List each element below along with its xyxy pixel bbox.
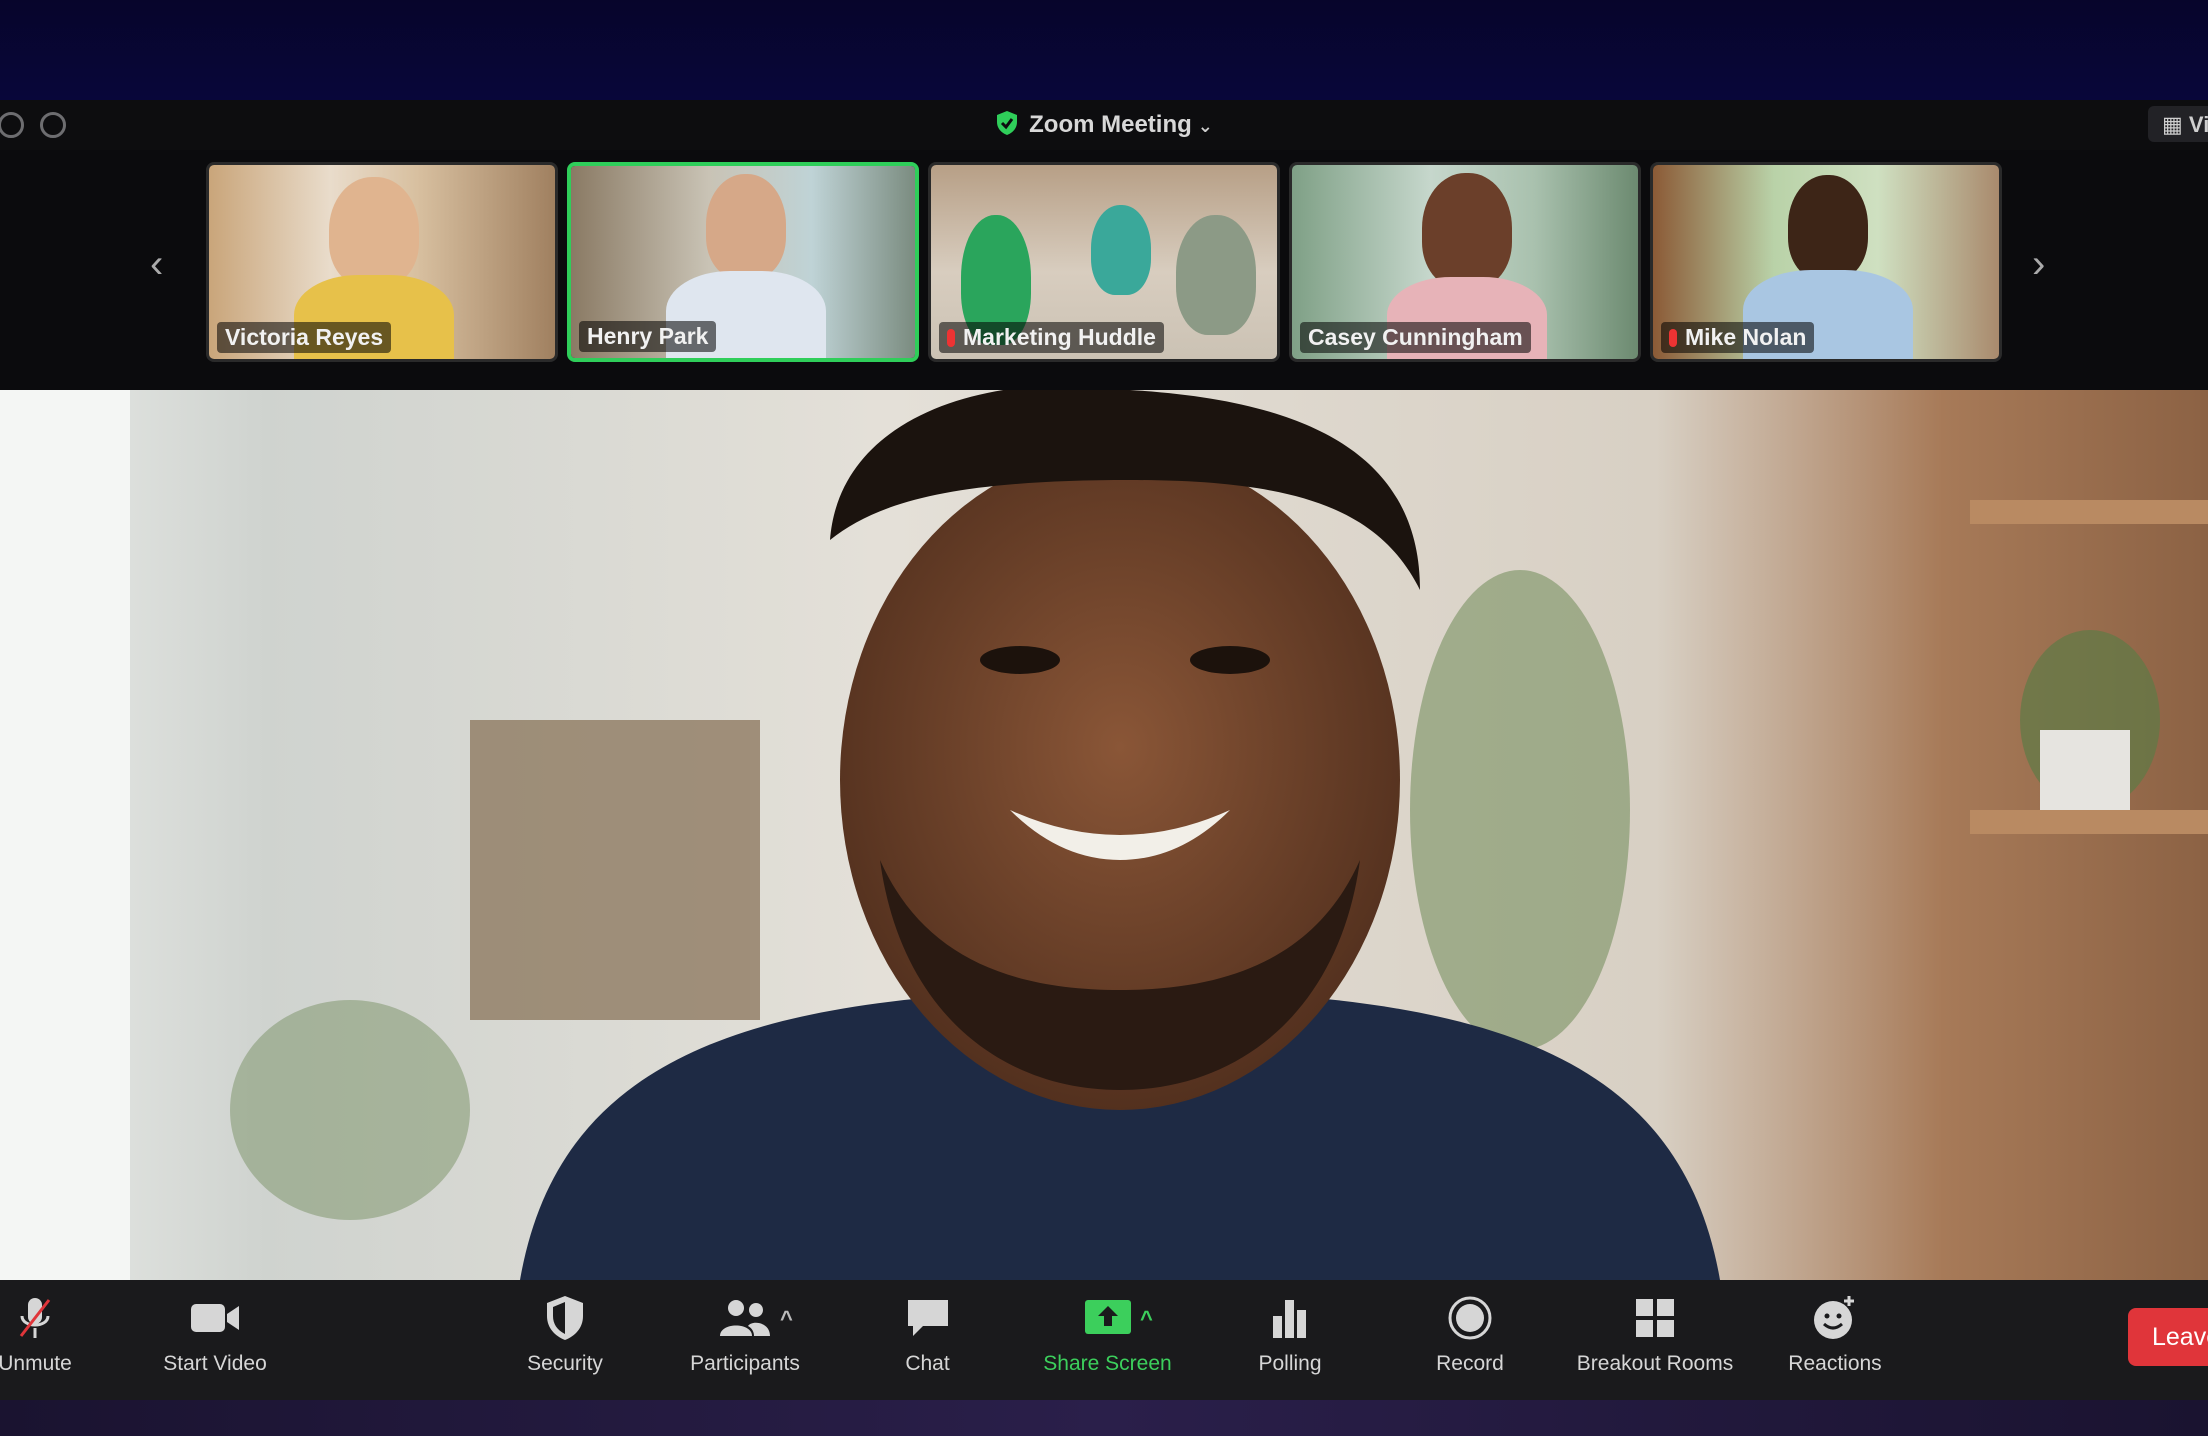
bar-chart-icon	[1240, 1290, 1340, 1346]
record-label: Record	[1436, 1352, 1504, 1375]
reactions-button[interactable]: Reactions	[1780, 1290, 1890, 1390]
muted-mic-icon	[947, 329, 955, 347]
start-video-label: Start Video	[163, 1352, 267, 1375]
video-camera-icon	[150, 1290, 280, 1346]
security-button[interactable]: Security	[505, 1290, 625, 1390]
desktop-dock-strip	[0, 1400, 2208, 1436]
chevron-up-icon[interactable]: ^	[780, 1306, 793, 1332]
shield-icon	[505, 1290, 625, 1346]
participants-label: Participants	[690, 1352, 800, 1375]
shield-check-icon	[995, 110, 1019, 143]
polling-button[interactable]: Polling	[1240, 1290, 1340, 1390]
unmute-label: Unmute	[0, 1352, 72, 1375]
chevron-up-icon[interactable]: ^	[1140, 1306, 1153, 1332]
leave-button[interactable]: Leave	[2128, 1308, 2208, 1366]
breakout-rooms-label: Breakout Rooms	[1576, 1352, 1734, 1375]
participant-tile-victoria[interactable]: Victoria Reyes	[206, 162, 558, 362]
start-video-button[interactable]: Start Video	[150, 1290, 280, 1390]
participant-tile-marketing-huddle[interactable]: Marketing Huddle	[928, 162, 1280, 362]
chevron-left-icon[interactable]: ‹	[150, 242, 163, 287]
participants-button[interactable]: Participants	[680, 1290, 810, 1390]
active-speaker-video	[0, 390, 2208, 1280]
speaker-video-frame	[0, 390, 2208, 1280]
chat-bubble-icon	[880, 1290, 975, 1346]
security-label: Security	[527, 1352, 603, 1375]
participant-name-label: Mike Nolan	[1661, 322, 1815, 353]
view-button[interactable]: ▦ Vi	[2148, 106, 2208, 142]
zoom-window: Zoom Meeting ⌄ ▦ Vi ‹ Victoria Reyes Henr…	[0, 100, 2208, 1400]
meeting-toolbar: Unmute Start Video Security Participants…	[0, 1280, 2208, 1400]
participant-strip: ‹ Victoria Reyes Henry Park Marketing Hu…	[0, 150, 2208, 390]
share-screen-icon	[1035, 1290, 1180, 1346]
participant-body	[1091, 205, 1151, 295]
meeting-title-text: Zoom Meeting	[1029, 111, 1192, 138]
muted-microphone-icon	[0, 1290, 90, 1346]
participant-tile-mike[interactable]: Mike Nolan	[1650, 162, 2002, 362]
breakout-rooms-button[interactable]: Breakout Rooms	[1570, 1290, 1740, 1390]
chat-button[interactable]: Chat	[880, 1290, 975, 1390]
share-screen-label: Share Screen	[1043, 1352, 1172, 1375]
smiley-plus-icon	[1780, 1290, 1890, 1346]
share-screen-button[interactable]: Share Screen	[1035, 1290, 1180, 1390]
record-button[interactable]: Record	[1420, 1290, 1520, 1390]
muted-mic-icon	[1669, 329, 1677, 347]
chevron-down-icon: ⌄	[1197, 116, 1213, 136]
participant-face	[1788, 175, 1868, 280]
participant-name-label: Casey Cunningham	[1300, 322, 1531, 353]
participant-name-label: Marketing Huddle	[939, 322, 1164, 353]
view-button-label: Vi	[2188, 112, 2208, 137]
grid-icon: ▦	[2162, 112, 2183, 137]
participant-name-label: Victoria Reyes	[217, 322, 392, 353]
polling-label: Polling	[1258, 1352, 1322, 1375]
participant-body	[1176, 215, 1256, 335]
title-bar: Zoom Meeting ⌄ ▦ Vi	[0, 100, 2208, 150]
reactions-label: Reactions	[1788, 1352, 1882, 1375]
participant-face	[706, 174, 786, 279]
participant-name-label: Henry Park	[579, 321, 717, 352]
chevron-right-icon[interactable]: ›	[2032, 242, 2045, 287]
participant-face	[329, 177, 419, 287]
meeting-title[interactable]: Zoom Meeting ⌄	[0, 110, 2208, 143]
participant-tile-casey[interactable]: Casey Cunningham	[1289, 162, 1641, 362]
chat-label: Chat	[905, 1352, 950, 1375]
participant-face	[1422, 173, 1512, 288]
unmute-button[interactable]: Unmute	[0, 1290, 90, 1390]
participant-tile-henry[interactable]: Henry Park	[567, 162, 919, 362]
record-icon	[1420, 1290, 1520, 1346]
grid-icon	[1570, 1290, 1740, 1346]
